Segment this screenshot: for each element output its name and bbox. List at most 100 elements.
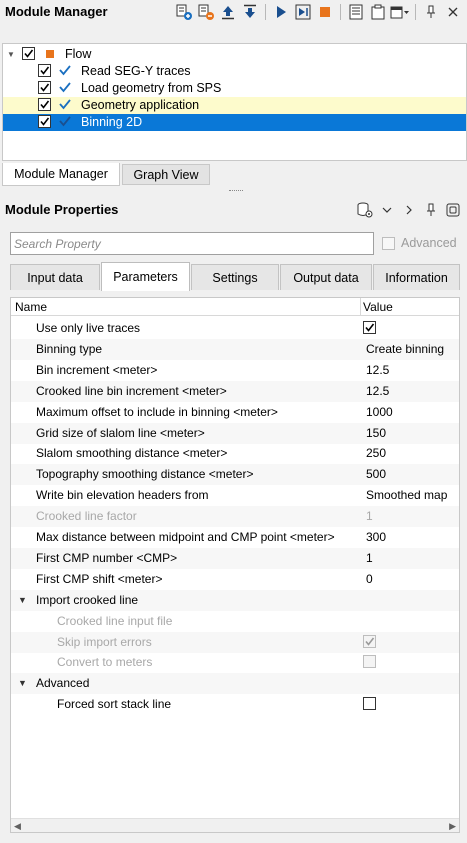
flow-icon bbox=[46, 50, 54, 58]
tab-module-manager[interactable]: Module Manager bbox=[2, 163, 120, 186]
window-menu-icon[interactable] bbox=[390, 2, 410, 22]
toolbar-separator bbox=[340, 4, 341, 20]
run-icon[interactable] bbox=[271, 2, 291, 22]
property-row[interactable]: Bin increment <meter> 12.5 bbox=[11, 360, 459, 381]
tree-node-module-selected[interactable]: Binning 2D bbox=[3, 114, 466, 131]
splitter-grip[interactable] bbox=[229, 190, 243, 192]
grid-header: Name Value bbox=[11, 298, 459, 316]
property-value-checkbox bbox=[363, 634, 376, 648]
property-row[interactable]: Maximum offset to include in binning <me… bbox=[11, 402, 459, 423]
property-name: Skip import errors bbox=[57, 634, 152, 649]
property-row[interactable]: First CMP number <CMP> 1 bbox=[11, 547, 459, 569]
close-icon[interactable] bbox=[443, 2, 463, 22]
flow-tree: ▼ Flow Read SEG-Y traces Load geometry f… bbox=[2, 43, 467, 161]
pin-icon[interactable] bbox=[421, 2, 441, 22]
property-row[interactable]: Forced sort stack line bbox=[11, 694, 459, 715]
horizontal-scrollbar[interactable]: ◀ ▶ bbox=[11, 818, 459, 832]
property-row[interactable]: Max distance between midpoint and CMP po… bbox=[11, 527, 459, 548]
property-value[interactable]: 0 bbox=[366, 572, 373, 586]
column-header-name[interactable]: Name bbox=[15, 300, 47, 314]
list-icon[interactable] bbox=[346, 2, 366, 22]
tree-node-label: Geometry application bbox=[81, 98, 200, 112]
module-checkbox[interactable] bbox=[38, 64, 51, 77]
tab-input-data[interactable]: Input data bbox=[10, 264, 100, 290]
property-value[interactable]: 150 bbox=[366, 426, 386, 440]
remove-module-icon[interactable] bbox=[196, 2, 216, 22]
property-value-checkbox[interactable] bbox=[363, 321, 376, 334]
property-row[interactable]: Use only live traces bbox=[11, 318, 459, 339]
property-name: Crooked line input file bbox=[57, 613, 173, 628]
add-module-icon[interactable] bbox=[174, 2, 194, 22]
clipboard-icon[interactable] bbox=[368, 2, 388, 22]
property-row[interactable]: Crooked line bin increment <meter> 12.5 bbox=[11, 380, 459, 402]
search-input[interactable] bbox=[11, 233, 373, 254]
property-value[interactable]: 1 bbox=[366, 551, 373, 565]
scroll-right-icon[interactable]: ▶ bbox=[449, 821, 456, 832]
module-checkbox[interactable] bbox=[38, 98, 51, 111]
move-down-icon[interactable] bbox=[240, 2, 260, 22]
chevron-right-icon[interactable] bbox=[399, 200, 419, 220]
module-checkbox[interactable] bbox=[38, 81, 51, 94]
float-window-icon[interactable] bbox=[443, 200, 463, 220]
column-divider[interactable] bbox=[360, 298, 361, 316]
property-value[interactable]: Create binning bbox=[366, 342, 444, 356]
advanced-toggle[interactable]: Advanced bbox=[382, 236, 457, 250]
property-row[interactable]: Topography smoothing distance <meter> 500 bbox=[11, 464, 459, 486]
property-name: Convert to meters bbox=[57, 655, 153, 670]
database-settings-icon[interactable] bbox=[355, 200, 375, 220]
group-collapse-icon[interactable]: ▼ bbox=[18, 678, 27, 688]
property-row[interactable]: Convert to meters bbox=[11, 652, 459, 673]
module-properties-title: Module Properties bbox=[5, 202, 119, 217]
property-row[interactable]: Crooked line factor 1 bbox=[11, 506, 459, 528]
property-row[interactable]: First CMP shift <meter> 0 bbox=[11, 569, 459, 590]
property-row[interactable]: Write bin elevation headers from Smoothed… bbox=[11, 485, 459, 506]
advanced-checkbox[interactable] bbox=[382, 236, 395, 250]
property-name: Bin increment <meter> bbox=[36, 362, 158, 377]
tree-node-label: Load geometry from SPS bbox=[81, 81, 222, 95]
tab-output-data[interactable]: Output data bbox=[280, 264, 372, 290]
property-row[interactable]: Slalom smoothing distance <meter> 250 bbox=[11, 443, 459, 464]
group-collapse-icon[interactable]: ▼ bbox=[18, 595, 27, 605]
property-name: Crooked line factor bbox=[36, 509, 137, 524]
tree-node-module[interactable]: Read SEG-Y traces bbox=[3, 63, 466, 80]
collapse-arrow-icon[interactable]: ▼ bbox=[6, 49, 16, 59]
toolbar-separator bbox=[415, 4, 416, 20]
tab-settings[interactable]: Settings bbox=[191, 264, 279, 290]
property-group-label: Import crooked line bbox=[36, 592, 139, 607]
property-value[interactable]: Smoothed map bbox=[366, 488, 447, 502]
tree-node-module[interactable]: Geometry application bbox=[3, 97, 466, 114]
tree-node-module[interactable]: Load geometry from SPS bbox=[3, 80, 466, 97]
property-value[interactable]: 1000 bbox=[366, 405, 393, 419]
pin-icon[interactable] bbox=[421, 200, 441, 220]
tab-parameters[interactable]: Parameters bbox=[101, 262, 190, 291]
stop-icon[interactable] bbox=[315, 2, 335, 22]
property-value[interactable]: 12.5 bbox=[366, 384, 389, 398]
check-icon bbox=[59, 115, 71, 130]
property-group-row[interactable]: ▼ Import crooked line bbox=[11, 589, 459, 611]
property-value[interactable]: 500 bbox=[366, 467, 386, 481]
property-value[interactable]: 250 bbox=[366, 446, 386, 460]
property-group-row[interactable]: ▼ Advanced bbox=[11, 673, 459, 695]
property-row[interactable]: Grid size of slalom line <meter> 150 bbox=[11, 422, 459, 444]
property-value[interactable]: 12.5 bbox=[366, 363, 389, 377]
chevron-down-icon[interactable] bbox=[377, 200, 397, 220]
search-property-box[interactable] bbox=[10, 232, 374, 255]
property-row[interactable]: Skip import errors bbox=[11, 631, 459, 653]
flow-checkbox[interactable] bbox=[22, 47, 35, 60]
property-name: Slalom smoothing distance <meter> bbox=[36, 446, 228, 461]
scroll-left-icon[interactable]: ◀ bbox=[14, 821, 21, 832]
property-value[interactable]: 300 bbox=[366, 530, 386, 544]
property-value-checkbox[interactable] bbox=[363, 697, 376, 711]
column-header-value[interactable]: Value bbox=[363, 300, 393, 314]
move-up-icon[interactable] bbox=[218, 2, 238, 22]
module-checkbox[interactable] bbox=[38, 115, 51, 128]
property-value-checkbox bbox=[363, 655, 376, 669]
module-manager-titlebar: Module Manager bbox=[0, 0, 467, 24]
tree-node-flow[interactable]: ▼ Flow bbox=[3, 46, 466, 63]
tab-graph-view[interactable]: Graph View bbox=[122, 164, 210, 185]
tab-information[interactable]: Information bbox=[373, 264, 460, 290]
run-step-icon[interactable] bbox=[293, 2, 313, 22]
property-row[interactable]: Binning type Create binning bbox=[11, 338, 459, 360]
property-name: Topography smoothing distance <meter> bbox=[36, 467, 254, 482]
property-row[interactable]: Crooked line input file bbox=[11, 611, 459, 632]
